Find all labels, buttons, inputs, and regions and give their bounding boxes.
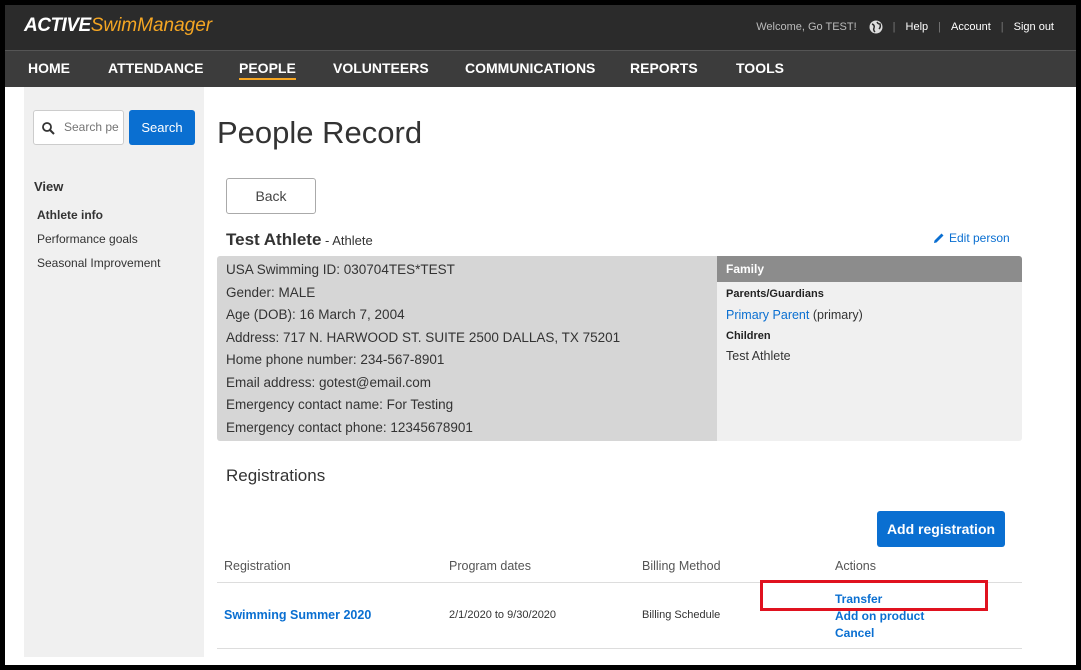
age-dob: Age (DOB): 16 March 7, 2004 bbox=[226, 307, 405, 322]
column-header-registration: Registration bbox=[224, 559, 291, 573]
top-links: Welcome, Go TEST! | Help | Account | Sig… bbox=[756, 20, 1054, 34]
account-link[interactable]: Account bbox=[951, 21, 991, 33]
sidebar-item-performance-goals[interactable]: Performance goals bbox=[37, 232, 138, 246]
email-address: Email address: gotest@email.com bbox=[226, 375, 432, 390]
family-header: Family bbox=[717, 256, 1022, 282]
edit-person-link[interactable]: Edit person bbox=[933, 231, 1010, 245]
sidebar: Search View Athlete info Performance goa… bbox=[24, 87, 204, 657]
column-header-program-dates: Program dates bbox=[449, 559, 531, 573]
program-dates: 2/1/2020 to 9/30/2020 bbox=[449, 609, 557, 621]
registrations-heading: Registrations bbox=[226, 466, 326, 485]
search-input[interactable] bbox=[64, 120, 119, 134]
cancel-link[interactable]: Cancel bbox=[835, 626, 874, 640]
separator: | bbox=[938, 21, 942, 33]
nav-tools[interactable]: TOOLS bbox=[736, 60, 784, 76]
edit-person-label: Edit person bbox=[949, 231, 1010, 245]
billing-method: Billing Schedule bbox=[642, 609, 721, 621]
welcome-text: Welcome, Go TEST! bbox=[756, 21, 857, 33]
add-on-product-link[interactable]: Add on product bbox=[835, 609, 924, 623]
athlete-heading: Test Athlete - Athlete bbox=[226, 230, 373, 250]
athlete-name: Test Athlete bbox=[226, 230, 322, 249]
parent-suffix: (primary) bbox=[809, 308, 863, 322]
nav-communications[interactable]: COMMUNICATIONS bbox=[465, 60, 595, 76]
sidebar-item-athlete-info[interactable]: Athlete info bbox=[37, 208, 103, 222]
children-label: Children bbox=[726, 330, 771, 342]
search-button[interactable]: Search bbox=[129, 110, 195, 145]
column-header-billing-method: Billing Method bbox=[642, 559, 721, 573]
athlete-role: - Athlete bbox=[321, 233, 373, 248]
athlete-details: USA Swimming ID: 030704TES*TEST Gender: … bbox=[217, 256, 717, 441]
globe-icon[interactable] bbox=[869, 20, 883, 34]
page-title: People Record bbox=[217, 115, 423, 150]
sidebar-item-seasonal-improvement[interactable]: Seasonal Improvement bbox=[37, 256, 160, 270]
logo-active-text: ACTIVE bbox=[24, 15, 91, 36]
app-logo[interactable]: ACTIVESwimManager bbox=[24, 15, 212, 37]
pencil-icon bbox=[934, 233, 944, 243]
table-row-divider bbox=[217, 648, 1022, 649]
person-info-card: USA Swimming ID: 030704TES*TEST Gender: … bbox=[217, 256, 1022, 441]
separator: | bbox=[1000, 21, 1004, 33]
parent-entry: Primary Parent (primary) bbox=[726, 308, 863, 322]
emergency-contact-name: Emergency contact name: For Testing bbox=[226, 397, 454, 412]
nav-people[interactable]: PEOPLE bbox=[239, 60, 296, 80]
main-nav: HOME ATTENDANCE PEOPLE VOLUNTEERS COMMUN… bbox=[5, 50, 1076, 87]
top-bar: ACTIVESwimManager Welcome, Go TEST! | He… bbox=[5, 5, 1076, 50]
primary-parent-link[interactable]: Primary Parent bbox=[726, 308, 809, 322]
signout-link[interactable]: Sign out bbox=[1014, 21, 1054, 33]
separator: | bbox=[892, 21, 896, 33]
transfer-highlight-box bbox=[760, 580, 988, 611]
search-icon bbox=[42, 122, 55, 135]
column-header-actions: Actions bbox=[835, 559, 876, 573]
home-phone: Home phone number: 234-567-8901 bbox=[226, 352, 445, 367]
family-panel: Family Parents/Guardians Primary Parent … bbox=[717, 256, 1022, 441]
logo-swim-text: SwimManager bbox=[90, 15, 213, 36]
parents-label: Parents/Guardians bbox=[726, 288, 824, 300]
child-entry: Test Athlete bbox=[726, 349, 791, 363]
registration-name-link[interactable]: Swimming Summer 2020 bbox=[224, 608, 371, 622]
view-heading: View bbox=[34, 179, 64, 194]
add-registration-button[interactable]: Add registration bbox=[877, 511, 1005, 547]
nav-attendance[interactable]: ATTENDANCE bbox=[108, 60, 203, 76]
usa-swimming-id: USA Swimming ID: 030704TES*TEST bbox=[226, 262, 455, 277]
nav-reports[interactable]: REPORTS bbox=[630, 60, 698, 76]
emergency-contact-phone: Emergency contact phone: 12345678901 bbox=[226, 420, 473, 435]
help-link[interactable]: Help bbox=[906, 21, 929, 33]
nav-home[interactable]: HOME bbox=[28, 60, 70, 76]
back-button[interactable]: Back bbox=[226, 178, 316, 214]
gender: Gender: MALE bbox=[226, 285, 316, 300]
address: Address: 717 N. HARWOOD ST. SUITE 2500 D… bbox=[226, 330, 621, 345]
app-window: ACTIVESwimManager Welcome, Go TEST! | He… bbox=[5, 5, 1076, 665]
nav-volunteers[interactable]: VOLUNTEERS bbox=[333, 60, 429, 76]
search-box bbox=[33, 110, 124, 145]
